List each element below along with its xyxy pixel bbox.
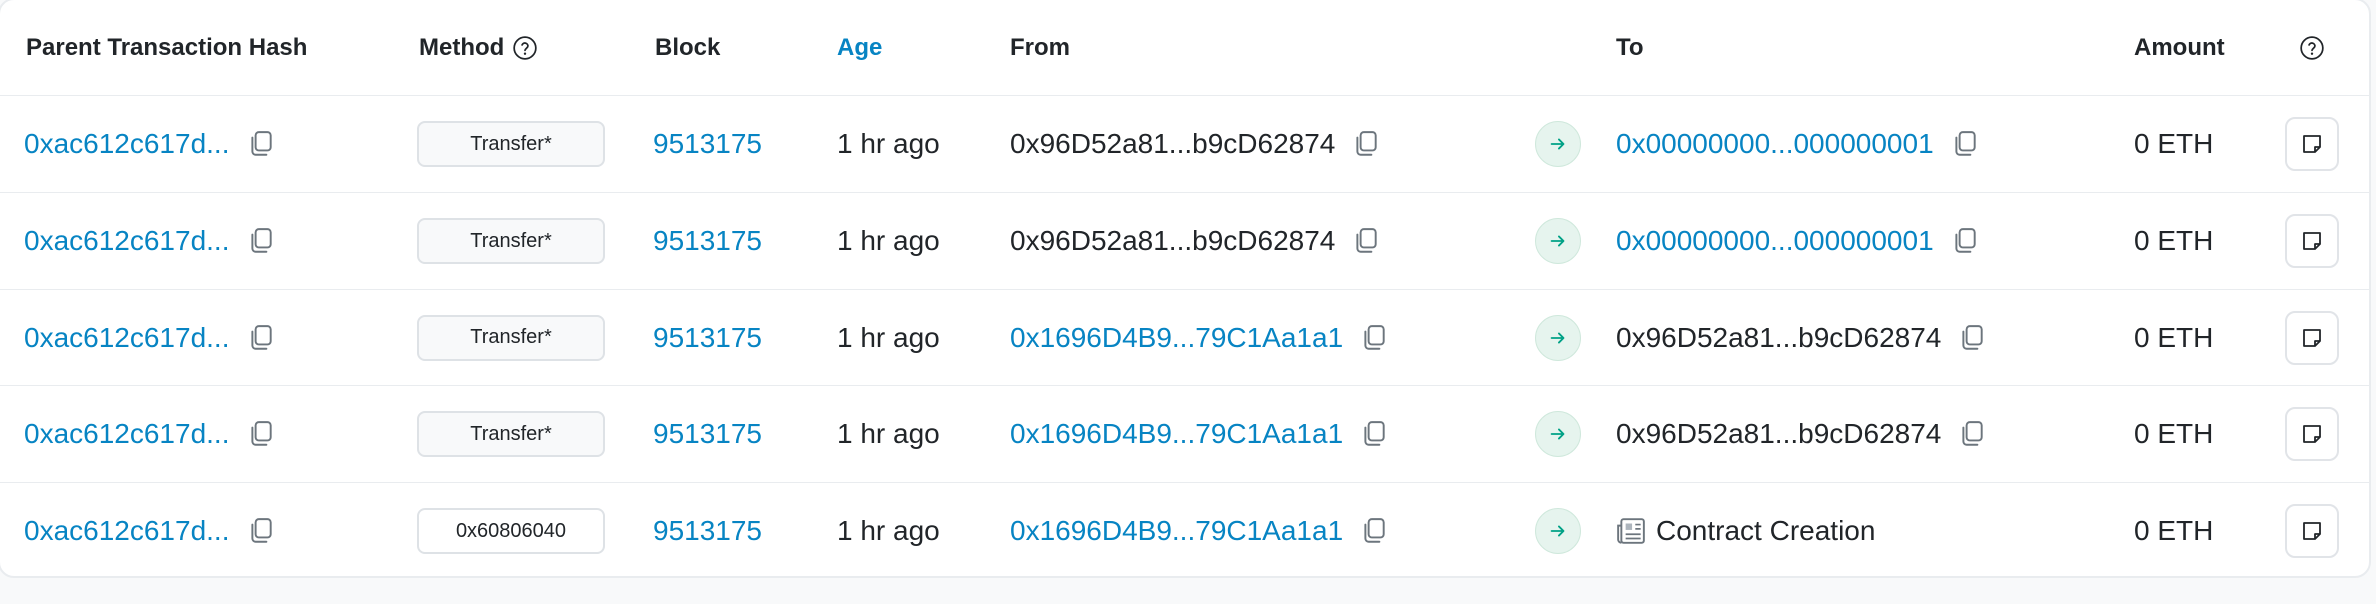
header-block: Block bbox=[655, 33, 721, 61]
copy-icon[interactable] bbox=[1361, 324, 1387, 352]
parent-hash-link[interactable]: 0xac612c617d... bbox=[24, 225, 230, 257]
header-parent-hash: Parent Transaction Hash bbox=[26, 33, 308, 61]
age-text: 1 hr ago bbox=[837, 321, 940, 353]
header-age-toggle[interactable]: Age bbox=[837, 0, 882, 95]
header-amount: Amount bbox=[2134, 33, 2225, 61]
arrow-right-icon bbox=[1535, 411, 1581, 457]
private-note-button[interactable] bbox=[2285, 117, 2339, 171]
block-link[interactable]: 9513175 bbox=[653, 322, 762, 354]
header-method-label: Method bbox=[419, 33, 505, 61]
private-note-button[interactable] bbox=[2285, 407, 2339, 461]
private-note-button[interactable] bbox=[2285, 214, 2339, 268]
amount-text: 0 ETH bbox=[2134, 128, 2214, 159]
question-circle-icon[interactable] bbox=[2299, 35, 2325, 61]
block-link[interactable]: 9513175 bbox=[653, 515, 762, 547]
header-help bbox=[2299, 0, 2325, 95]
copy-icon[interactable] bbox=[248, 517, 274, 545]
copy-icon[interactable] bbox=[1952, 130, 1978, 158]
copy-icon[interactable] bbox=[1952, 227, 1978, 255]
private-note-button[interactable] bbox=[2285, 504, 2339, 558]
to-address-link[interactable]: 0x00000000...000000001 bbox=[1616, 128, 1934, 160]
copy-icon[interactable] bbox=[248, 324, 274, 352]
to-address: 0x96D52a81...b9cD62874 bbox=[1616, 321, 1942, 353]
question-circle-icon[interactable] bbox=[512, 35, 538, 61]
note-icon bbox=[2303, 135, 2321, 153]
parent-hash-link[interactable]: 0xac612c617d... bbox=[24, 515, 230, 547]
copy-icon[interactable] bbox=[1353, 130, 1379, 158]
parent-hash-link[interactable]: 0xac612c617d... bbox=[24, 418, 230, 450]
amount-text: 0 ETH bbox=[2134, 515, 2214, 546]
from-address: 0x96D52a81...b9cD62874 bbox=[1010, 225, 1336, 256]
copy-icon[interactable] bbox=[1959, 420, 1985, 448]
internal-transactions-table: Parent Transaction Hash Method Block Age… bbox=[0, 0, 2371, 578]
from-address-link[interactable]: 0x1696D4B9...79C1Aa1a1 bbox=[1010, 515, 1343, 547]
table-row: 0xac612c617d... Transfer* 9513175 1 hr a… bbox=[0, 290, 2369, 386]
method-badge: Transfer* bbox=[417, 411, 605, 457]
note-icon bbox=[2303, 522, 2321, 540]
header-to: To bbox=[1616, 33, 1644, 61]
from-address-link[interactable]: 0x1696D4B9...79C1Aa1a1 bbox=[1010, 418, 1343, 450]
arrow-right-icon bbox=[1535, 314, 1581, 361]
table-row: 0xac612c617d... Transfer* 9513175 1 hr a… bbox=[0, 96, 2369, 193]
table-header: Parent Transaction Hash Method Block Age… bbox=[0, 0, 2369, 96]
to-address-link[interactable]: 0x00000000...000000001 bbox=[1616, 225, 1934, 257]
parent-hash-link[interactable]: 0xac612c617d... bbox=[24, 322, 230, 354]
header-from: From bbox=[1010, 33, 1070, 61]
to-address: 0x96D52a81...b9cD62874 bbox=[1616, 418, 1942, 449]
contract-newspaper-icon bbox=[1616, 517, 1646, 545]
amount-text: 0 ETH bbox=[2134, 225, 2214, 256]
note-icon bbox=[2303, 232, 2321, 250]
method-badge: 0x60806040 bbox=[417, 508, 605, 554]
block-link[interactable]: 9513175 bbox=[653, 128, 762, 160]
method-badge: Transfer* bbox=[417, 121, 605, 167]
private-note-button[interactable] bbox=[2285, 310, 2339, 365]
amount-text: 0 ETH bbox=[2134, 321, 2214, 353]
age-text: 1 hr ago bbox=[837, 515, 940, 546]
block-link[interactable]: 9513175 bbox=[653, 225, 762, 257]
copy-icon[interactable] bbox=[1353, 227, 1379, 255]
method-badge: Transfer* bbox=[417, 314, 605, 361]
from-address-link[interactable]: 0x1696D4B9...79C1Aa1a1 bbox=[1010, 322, 1343, 354]
amount-text: 0 ETH bbox=[2134, 418, 2214, 449]
parent-hash-link[interactable]: 0xac612c617d... bbox=[24, 128, 230, 160]
method-badge: Transfer* bbox=[417, 218, 605, 264]
table-row: 0xac612c617d... 0x60806040 9513175 1 hr … bbox=[0, 483, 2369, 576]
table-row: 0xac612c617d... Transfer* 9513175 1 hr a… bbox=[0, 193, 2369, 290]
age-text: 1 hr ago bbox=[837, 418, 940, 449]
note-icon bbox=[2303, 425, 2321, 443]
copy-icon[interactable] bbox=[1361, 517, 1387, 545]
note-icon bbox=[2303, 328, 2321, 347]
age-text: 1 hr ago bbox=[837, 128, 940, 159]
table-row: 0xac612c617d... Transfer* 9513175 1 hr a… bbox=[0, 386, 2369, 483]
copy-icon[interactable] bbox=[1959, 324, 1985, 352]
arrow-right-icon bbox=[1535, 508, 1581, 554]
header-method: Method bbox=[419, 0, 538, 95]
copy-icon[interactable] bbox=[1361, 420, 1387, 448]
contract-creation-text: Contract Creation bbox=[1656, 515, 1876, 546]
arrow-right-icon bbox=[1535, 218, 1581, 264]
arrow-right-icon bbox=[1535, 121, 1581, 167]
copy-icon[interactable] bbox=[248, 227, 274, 255]
copy-icon[interactable] bbox=[248, 130, 274, 158]
copy-icon[interactable] bbox=[248, 420, 274, 448]
from-address: 0x96D52a81...b9cD62874 bbox=[1010, 128, 1336, 159]
age-text: 1 hr ago bbox=[837, 225, 940, 256]
block-link[interactable]: 9513175 bbox=[653, 418, 762, 450]
